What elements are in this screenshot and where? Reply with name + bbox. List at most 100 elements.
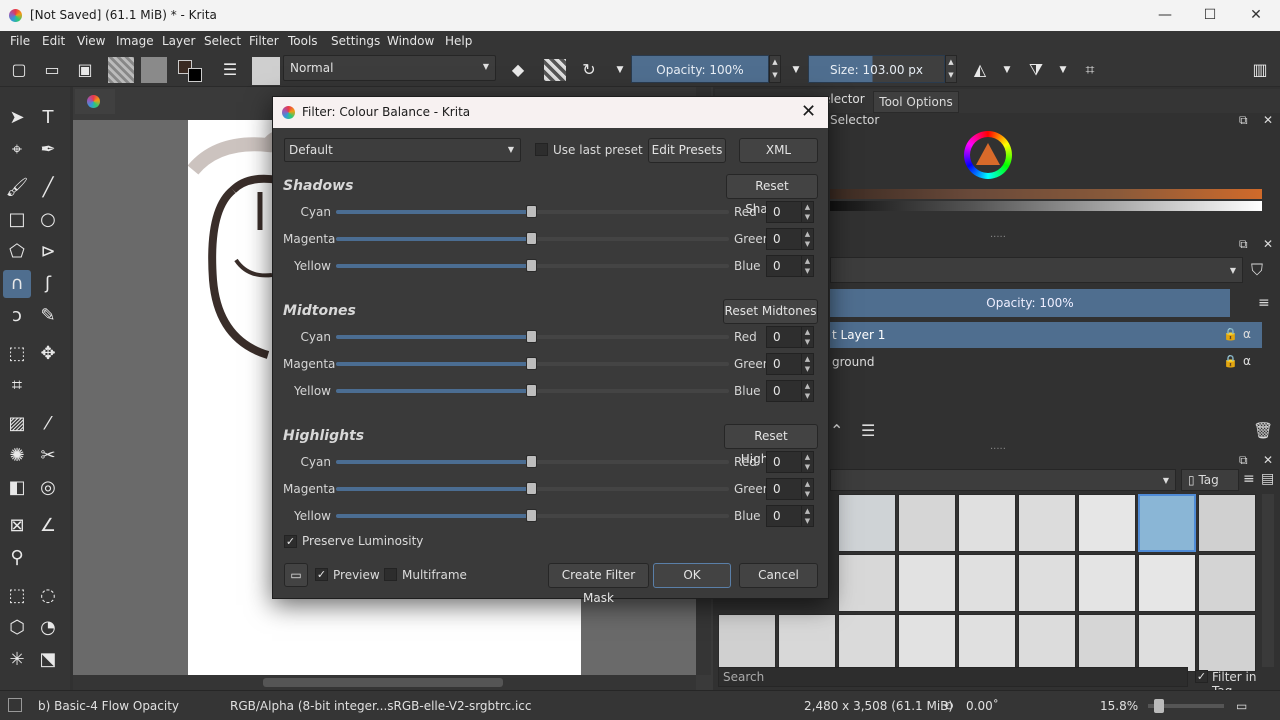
spin-arrows[interactable]: ▲ ▼ [801,229,813,249]
rotate-icon[interactable]: ⟲ [943,699,953,713]
open-document-icon[interactable]: ▭ [41,59,63,81]
layer-menu-icon[interactable]: ≡ [1258,295,1270,311]
spin-arrows[interactable]: ▲ ▼ [801,256,813,276]
brush-preset-item[interactable] [958,614,1016,672]
float-dock-icon[interactable]: ⧉ [1239,453,1248,468]
spin-arrows[interactable]: ▲ ▼ [801,506,813,526]
spin-arrows[interactable]: ▲ ▼ [801,381,813,401]
contiguous-select-tool-icon[interactable]: ✳ [3,646,31,674]
create-filter-mask-button[interactable]: Create Filter Mask [548,563,649,605]
spin-arrows[interactable]: ▲ ▼ [801,479,813,499]
filter-icon[interactable]: ⛉ [1251,260,1263,280]
mirror-horizontal-icon[interactable]: ◭ [969,59,991,81]
float-dock-icon[interactable]: ⧉ [1239,113,1248,128]
reset-highlights-button[interactable]: Reset Highlights [724,424,818,466]
slider-handle[interactable] [526,232,537,245]
ok-button[interactable]: OK [653,563,731,588]
slider-handle[interactable] [526,259,537,272]
bezier-curve-tool-icon[interactable]: ∩ [3,270,31,298]
brush-preset-item[interactable] [1018,554,1076,612]
canvas-horizontal-scrollbar[interactable] [73,675,696,690]
highlights-yellow-blue-value[interactable]: 0 ▲ ▼ [766,505,814,527]
brush-preset-item[interactable] [838,494,896,552]
elliptical-select-tool-icon[interactable]: ◌ [34,582,62,610]
slider-handle[interactable] [526,205,537,218]
slider-handle[interactable] [526,509,537,522]
float-dock-icon[interactable]: ⧉ [1239,237,1248,252]
polygon-tool-icon[interactable]: ⬠ [3,238,31,266]
brush-preset-item[interactable] [1138,554,1196,612]
new-document-icon[interactable]: ▢ [8,59,30,81]
freehand-path-tool-icon[interactable]: ʃ [34,270,62,298]
assistant-tool-icon[interactable]: ✂ [34,442,62,470]
alpha-icon[interactable]: α [1243,327,1251,341]
smart-patch-tool-icon[interactable]: ✺ [3,442,31,470]
close-dock-icon[interactable]: ✕ [1263,453,1273,467]
select-shapes-tool-icon[interactable]: ➤ [3,104,31,132]
text-tool-icon[interactable]: T [34,104,62,132]
maximize-button[interactable]: ☐ [1195,4,1225,26]
background-color-swatch[interactable] [188,68,202,82]
reload-preset-icon[interactable]: ↻ [578,59,600,81]
layer-opacity-slider[interactable]: Opacity: 100% [830,289,1230,317]
brush-preset-item[interactable] [718,614,776,672]
mirror-vertical-icon[interactable]: ⧩ [1025,59,1047,81]
menu-settings[interactable]: Settings [331,34,380,48]
shadows-magenta-green-value[interactable]: 0 ▲ ▼ [766,228,814,250]
color-wheel[interactable] [964,131,1012,179]
pattern-preset-icon[interactable] [141,57,167,83]
use-last-preset-checkbox[interactable] [535,143,548,156]
brush-preset-item[interactable] [1198,614,1256,672]
menu-file[interactable]: File [10,34,30,48]
crop-icon[interactable]: ⌗ [1079,59,1101,81]
workspace-icon[interactable]: ▥ [1249,59,1271,81]
brush-view-icon[interactable]: ≡ [1243,471,1255,487]
menu-help[interactable]: Help [445,34,472,48]
preset-select[interactable]: Default ▼ [284,138,521,162]
opacity-spin-arrows[interactable]: ▲ ▼ [769,55,781,83]
freehand-select-tool-icon[interactable]: ◔ [34,614,62,642]
brush-preset-item[interactable] [898,494,956,552]
menu-edit[interactable]: Edit [42,34,65,48]
slider-handle[interactable] [526,357,537,370]
slider-handle[interactable] [526,330,537,343]
close-icon[interactable]: ✕ [801,101,816,122]
brush-preset-item[interactable] [898,554,956,612]
brush-preset-item[interactable] [1018,494,1076,552]
size-slider[interactable]: Size: 103.00 px [808,55,945,83]
brush-preset-item[interactable] [958,494,1016,552]
brush-scrollbar[interactable] [1262,494,1274,667]
brush-preset-item[interactable] [1078,614,1136,672]
menu-window[interactable]: Window [387,34,434,48]
color-history-strip[interactable] [830,189,1262,199]
polyline-tool-icon[interactable]: ⊳ [34,238,62,266]
brush-preset-item[interactable] [958,554,1016,612]
menu-view[interactable]: View [77,34,105,48]
brush-preset-item[interactable] [778,614,836,672]
toggle-preview-panel-icon[interactable]: ▭ [284,563,308,587]
lock-icon[interactable]: 🔒 [1223,327,1238,341]
brush-preset-item[interactable] [1198,554,1256,612]
lock-icon[interactable]: 🔒 [1223,354,1238,368]
calligraphy-tool-icon[interactable]: ✒ [34,136,62,164]
status-colorspace[interactable]: RGB/Alpha (8-bit integer...sRGB-elle-V2-… [230,699,531,713]
reset-midtones-button[interactable]: Reset Midtones [723,299,818,324]
dock-splitter[interactable]: ..... [990,441,1006,452]
move-layer-up-icon[interactable]: ⌃ [830,421,843,440]
brush-preset-item[interactable] [1198,494,1256,552]
layer-properties-icon[interactable]: ☰ [861,421,875,440]
minimize-button[interactable]: — [1150,4,1180,26]
midtones-yellow-blue-value[interactable]: 0 ▲ ▼ [766,380,814,402]
reset-shadows-button[interactable]: Reset Shadows [726,174,818,216]
chevron-down-icon[interactable]: ▼ [609,59,631,81]
zoom-slider[interactable] [1148,699,1224,713]
brush-preset-icon[interactable] [252,57,280,85]
brush-preset-item[interactable] [1138,614,1196,672]
scrollbar-thumb[interactable] [263,678,503,687]
fill-tool-icon[interactable]: ◧ [3,474,31,502]
multiframe-checkbox[interactable] [384,568,397,581]
brush-import-icon[interactable]: ▤ [1261,471,1274,487]
color-triangle[interactable] [976,143,1000,165]
multibrush-tool-icon[interactable]: ✎ [34,302,62,330]
polygonal-select-tool-icon[interactable]: ⬡ [3,614,31,642]
